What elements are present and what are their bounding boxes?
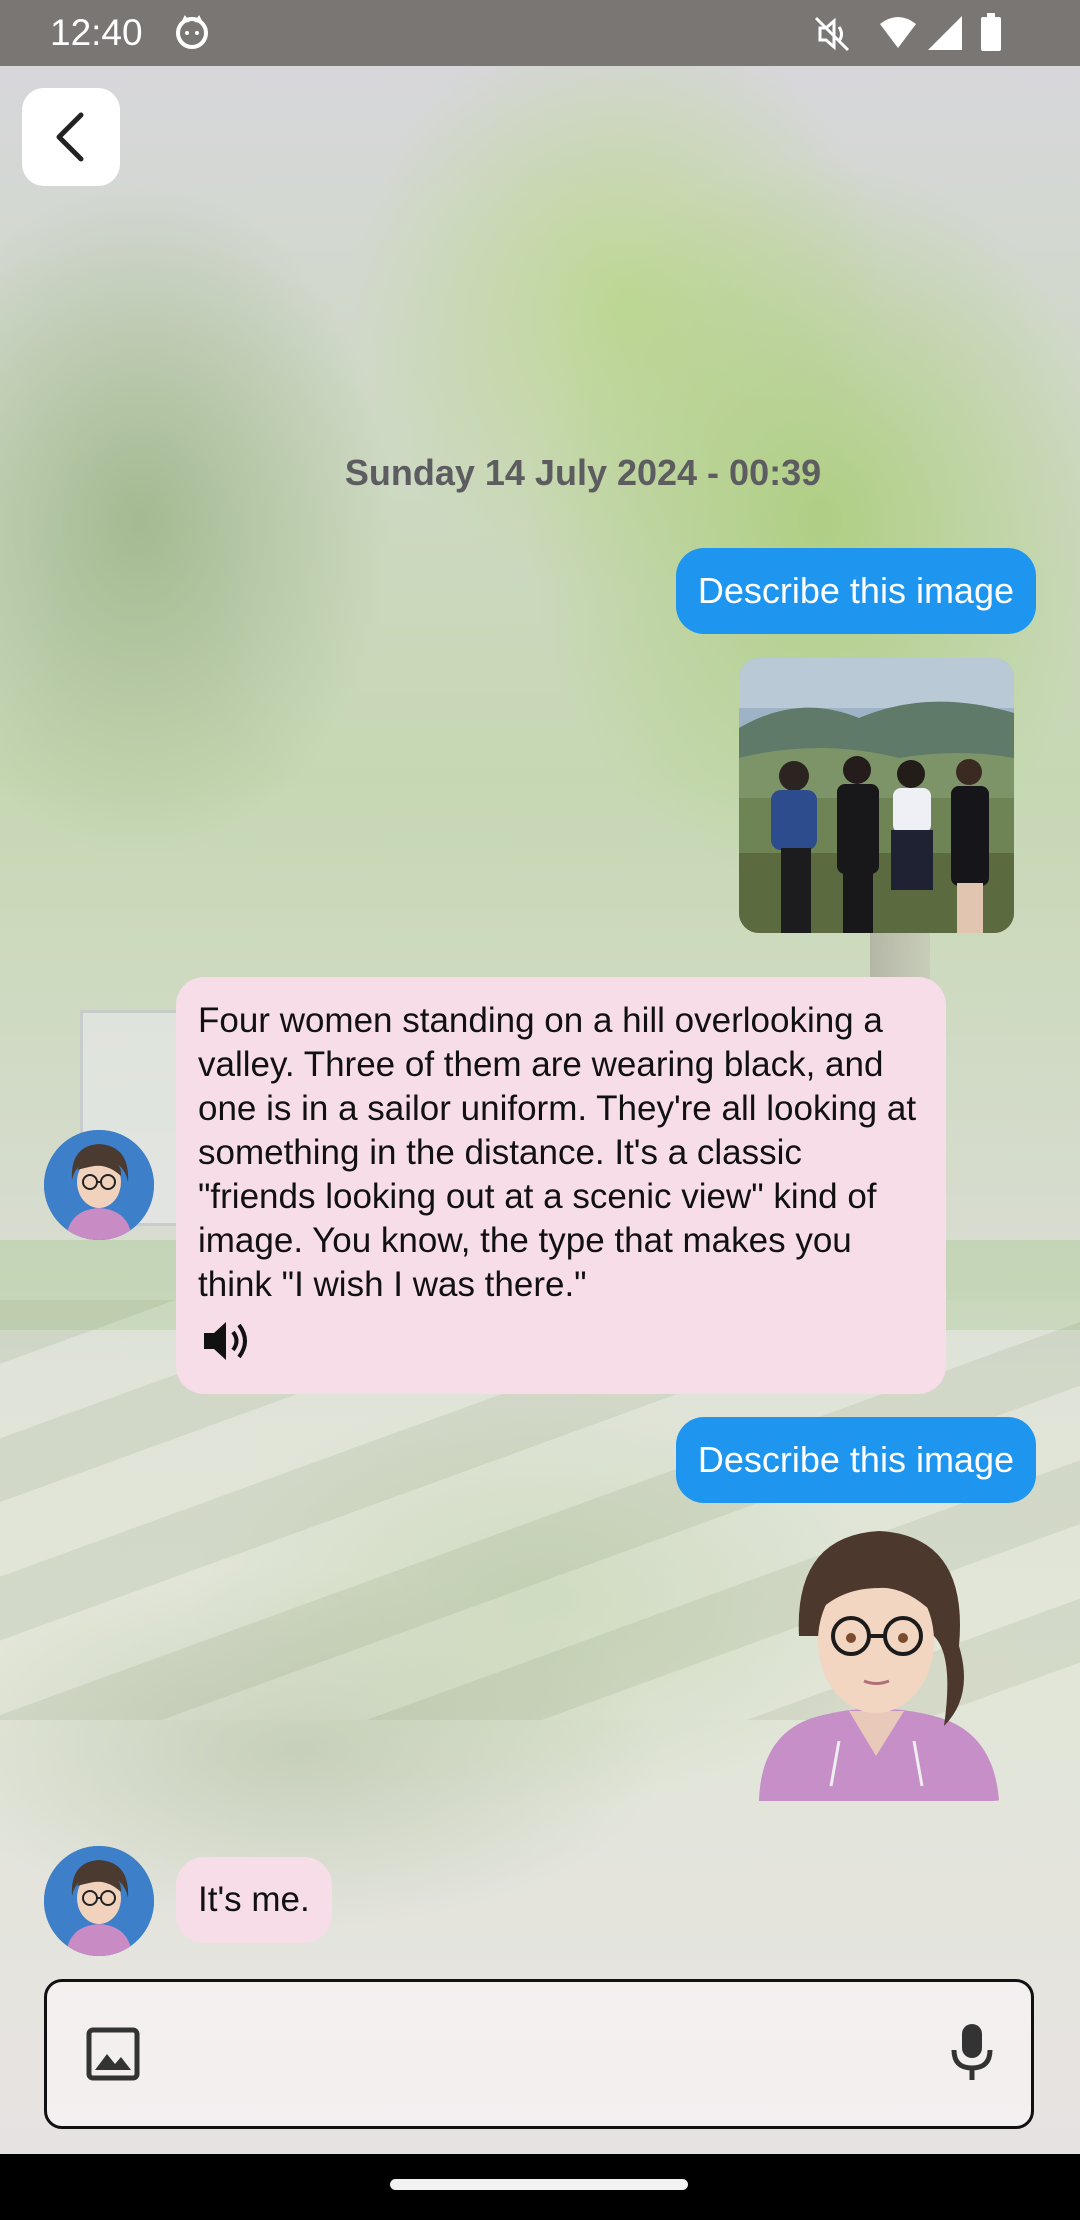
user-message-bubble: Describe this image	[675, 1417, 1036, 1503]
bot-message-bubble: It's me.	[176, 1857, 332, 1943]
bot-message-bubble: Four women standing on a hill overlookin…	[176, 977, 946, 1394]
battery-icon	[981, 13, 1001, 51]
speaker-icon[interactable]	[198, 1315, 254, 1367]
status-time: 12:40	[50, 12, 143, 53]
mic-icon[interactable]	[947, 2022, 997, 2082]
message-input[interactable]	[167, 2012, 951, 2100]
status-bar: 12:40	[0, 0, 1080, 66]
image-icon[interactable]	[85, 2026, 141, 2082]
user-message-bubble: Describe this image	[675, 548, 1036, 634]
home-handle[interactable]	[390, 2179, 688, 2190]
chat-date-header: Sunday 14 July 2024 - 00:39	[344, 452, 822, 493]
cat-icon	[176, 15, 208, 49]
attached-photo[interactable]	[739, 658, 1014, 933]
message-composer	[44, 1979, 1034, 2129]
signal-icon	[928, 16, 962, 50]
attached-illustration[interactable]	[739, 1526, 1014, 1801]
mute-icon	[814, 16, 850, 52]
wifi-icon	[880, 17, 916, 48]
navigation-bar	[0, 2154, 1080, 2220]
bot-avatar[interactable]	[44, 1130, 154, 1240]
back-button[interactable]	[22, 88, 120, 186]
chevron-left-icon	[56, 112, 84, 162]
bot-avatar[interactable]	[44, 1846, 154, 1956]
bot-message-text: Four women standing on a hill overlookin…	[198, 1001, 917, 1304]
